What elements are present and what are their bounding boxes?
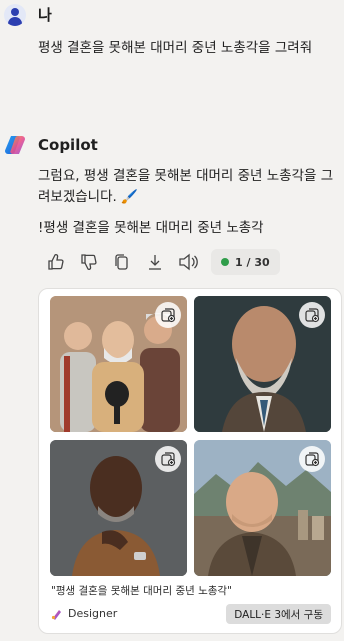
- copilot-logo-icon: [5, 136, 25, 154]
- image-result-card: "평생 결혼을 못해본 대머리 중년 노총각" Designer DALL·E …: [38, 288, 342, 634]
- status-dot-icon: [221, 258, 229, 266]
- group-of-older-bald-men-image[interactable]: [50, 296, 187, 432]
- counter-text: 1 / 30: [235, 255, 270, 269]
- bald-bearded-man-suit-image[interactable]: [194, 296, 331, 432]
- designer-link[interactable]: Designer: [51, 607, 117, 620]
- message-actions: 1 / 30: [44, 248, 280, 276]
- download-icon[interactable]: [143, 250, 167, 274]
- image-caption: "평생 결혼을 못해본 대머리 중년 노총각": [51, 585, 232, 597]
- dalle-badge: DALL·E 3에서 구동: [226, 604, 331, 624]
- copilot-reply-prompt: !평생 결혼을 못해본 대머리 중년 노총각: [38, 220, 264, 236]
- thumbs-up-icon[interactable]: [44, 250, 68, 274]
- save-to-collection-icon[interactable]: [155, 302, 181, 328]
- copilot-reply-text: 그럼요, 평생 결혼을 못해본 대머리 중년 노총각을 그려보겠습니다. 🖌️: [38, 168, 334, 205]
- save-to-collection-icon[interactable]: [299, 446, 325, 472]
- copilot-name: Copilot: [38, 136, 98, 154]
- copy-icon[interactable]: [110, 250, 134, 274]
- save-to-collection-icon[interactable]: [155, 446, 181, 472]
- save-to-collection-icon[interactable]: [299, 302, 325, 328]
- designer-label: Designer: [68, 607, 118, 620]
- user-avatar-icon: [4, 4, 26, 26]
- thumbs-down-icon[interactable]: [77, 250, 101, 274]
- user-name: 나: [38, 6, 52, 24]
- response-counter: 1 / 30: [211, 249, 280, 275]
- bald-man-city-mountains-image[interactable]: [194, 440, 331, 576]
- bald-man-thinking-image[interactable]: [50, 440, 187, 576]
- speaker-icon[interactable]: [176, 250, 200, 274]
- user-message-text: 평생 결혼을 못해본 대머리 중년 노총각을 그려줘: [38, 40, 313, 56]
- designer-logo-icon: [51, 609, 61, 620]
